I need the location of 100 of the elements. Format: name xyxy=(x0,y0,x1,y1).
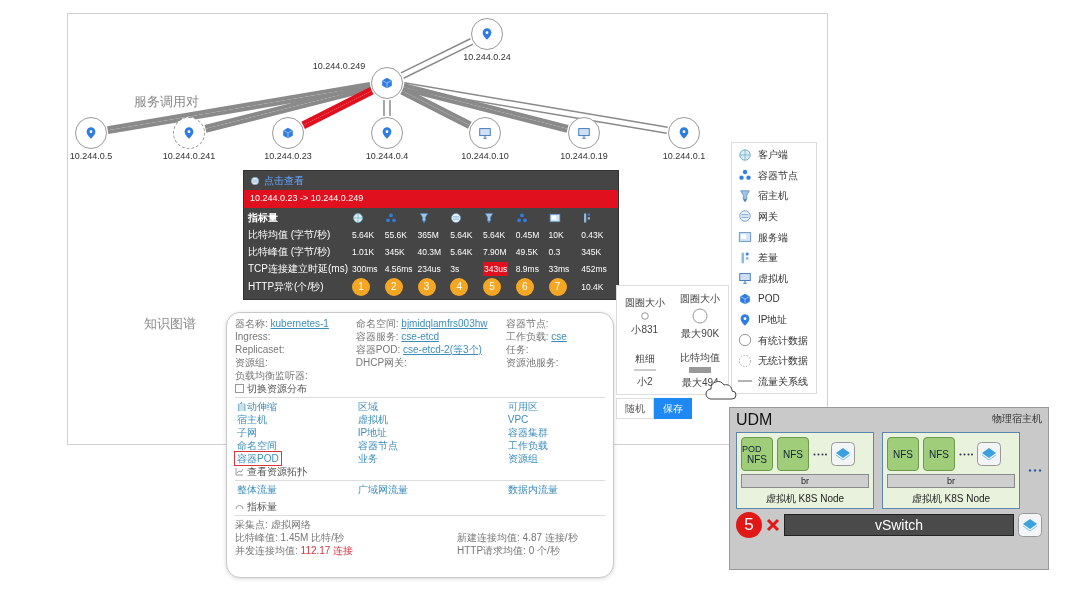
edge-line[interactable] xyxy=(301,87,374,129)
layers-icon xyxy=(977,442,1001,466)
legend-label: 流量关系线 xyxy=(758,374,808,389)
graph-node[interactable] xyxy=(469,117,501,149)
nodes-icon xyxy=(738,168,752,183)
resource-link[interactable]: 容器节点 xyxy=(355,439,400,452)
monitor-icon xyxy=(478,126,492,140)
gateway-icon xyxy=(450,211,463,224)
table-cell-text: 365M xyxy=(417,228,440,242)
metric-label: HTTP请求均值: xyxy=(457,545,526,556)
resource-link[interactable]: 可用区 xyxy=(505,400,540,413)
setting-value: 最大90K xyxy=(681,326,720,341)
dashed-circle-icon xyxy=(738,353,752,368)
node-label: 虚拟机 K8S Node xyxy=(910,492,992,506)
graph-node[interactable] xyxy=(471,18,503,50)
metric-value: 1.45M 比特/秒 xyxy=(280,531,344,544)
cube-icon xyxy=(281,126,295,140)
table-cell-text: 5.64K xyxy=(450,245,474,259)
gauge-icon xyxy=(235,502,244,511)
table-cell-text: 1.01K xyxy=(352,245,376,259)
legend-label: 宿主机 xyxy=(758,189,788,204)
metric-label: 新建连接均值: xyxy=(457,532,520,543)
field-link[interactable]: cse-etcd-2(等3个) xyxy=(403,344,482,355)
annotation-label: 知识图谱 xyxy=(144,316,196,331)
table-cell-text: 0.43K xyxy=(581,228,605,242)
legend-label: IP地址 xyxy=(758,313,788,327)
number-badge: 1 xyxy=(352,277,370,296)
edge-line[interactable] xyxy=(383,99,391,117)
table-cell-text: 5.64K xyxy=(352,228,376,242)
legend-label: 网关 xyxy=(758,209,778,224)
pod-name: NFS xyxy=(893,448,913,460)
traffic-link[interactable]: 整体流量 xyxy=(235,483,279,496)
number-badge: 4 xyxy=(450,277,469,296)
resource-link[interactable]: 业务 xyxy=(355,452,380,465)
nodes-icon xyxy=(515,211,528,224)
node-label: 10.244.0.23 xyxy=(263,151,313,162)
graph-node[interactable] xyxy=(272,117,304,149)
legend-label: 容器节点 xyxy=(758,168,798,183)
layers-icon xyxy=(831,442,855,466)
edge-line[interactable] xyxy=(107,81,371,135)
resource-link[interactable]: 工作负载 xyxy=(505,439,550,452)
number-badge: 7 xyxy=(548,277,567,296)
resource-link[interactable]: 子网 xyxy=(235,426,259,439)
graph-node[interactable] xyxy=(75,117,107,149)
resource-link[interactable]: 容器集群 xyxy=(505,426,550,439)
field-link[interactable]: kubernetes-1 xyxy=(270,318,329,329)
field-link[interactable]: cse xyxy=(551,331,567,342)
graph-node[interactable] xyxy=(371,117,403,149)
graph-node[interactable] xyxy=(568,117,600,149)
field-label: 容器POD: xyxy=(355,344,401,355)
field-link[interactable]: bjmidqlamfrs003hw xyxy=(401,318,488,329)
field-link[interactable]: cse-etcd xyxy=(401,331,440,342)
traffic-link[interactable]: 数据内流量 xyxy=(505,483,560,496)
metric-label: 比特峰值: xyxy=(235,532,278,543)
line-icon xyxy=(738,380,752,383)
pod-label: POD xyxy=(742,443,762,454)
pod-name: NFS xyxy=(747,453,767,465)
graph-node[interactable] xyxy=(173,117,205,149)
edge-line[interactable] xyxy=(400,87,472,129)
edge-line[interactable] xyxy=(402,82,669,134)
small-circle-icon xyxy=(640,311,649,320)
resource-link[interactable]: 区域 xyxy=(355,400,380,413)
row-label: HTTP异常(个/秒) xyxy=(248,279,325,294)
table-cell-text: 3s xyxy=(450,262,461,276)
legend-label: 有统计数据 xyxy=(758,333,808,348)
number-badge: 3 xyxy=(417,277,436,296)
edge-line[interactable] xyxy=(204,83,372,133)
graph-node[interactable] xyxy=(371,67,403,99)
ip-pin-icon xyxy=(182,126,196,140)
gateway-icon xyxy=(738,209,752,224)
node-label: 虚拟机 K8S Node xyxy=(764,492,846,506)
layout-button[interactable]: 随机 xyxy=(616,398,654,419)
edge-line[interactable] xyxy=(402,83,569,133)
legend-label: 服务端 xyxy=(758,230,788,245)
table-cell-text: 0.45M xyxy=(515,228,541,242)
traffic-link[interactable]: 广域网流量 xyxy=(355,483,410,496)
column-header: 指标量 xyxy=(248,210,279,225)
graph-node[interactable] xyxy=(668,117,700,149)
resource-link[interactable]: 容器POD xyxy=(235,452,281,465)
resource-link[interactable]: VPC xyxy=(505,413,531,426)
layout-button[interactable]: 保存 xyxy=(654,398,692,419)
field-label: 资源池服务: xyxy=(505,357,559,368)
switch-link[interactable]: 切换资源分布 xyxy=(247,382,307,395)
table-cell-text: 234us xyxy=(417,262,442,276)
resource-link[interactable]: 资源组 xyxy=(505,452,540,465)
resource-link[interactable]: IP地址 xyxy=(355,426,390,439)
legend-label: 差量 xyxy=(758,251,778,266)
table-cell-text: 452ms xyxy=(581,262,608,276)
resource-link[interactable]: 虚拟机 xyxy=(355,413,390,426)
switch-icon xyxy=(235,384,244,393)
table-cell-text: 40.3M xyxy=(417,245,443,259)
layers-icon xyxy=(1018,513,1042,537)
number-badge: 5 xyxy=(483,277,501,296)
annotation-label: 服务调用对 xyxy=(134,94,199,109)
resource-link[interactable]: 自动伸缩 xyxy=(235,400,279,413)
resource-link[interactable]: 命名空间 xyxy=(235,439,279,452)
monitor-icon xyxy=(738,271,752,286)
resource-link[interactable]: 宿主机 xyxy=(235,413,269,426)
table-cell-text: 33ms xyxy=(548,262,571,276)
metric-value: 4.87 连接/秒 xyxy=(522,531,578,544)
